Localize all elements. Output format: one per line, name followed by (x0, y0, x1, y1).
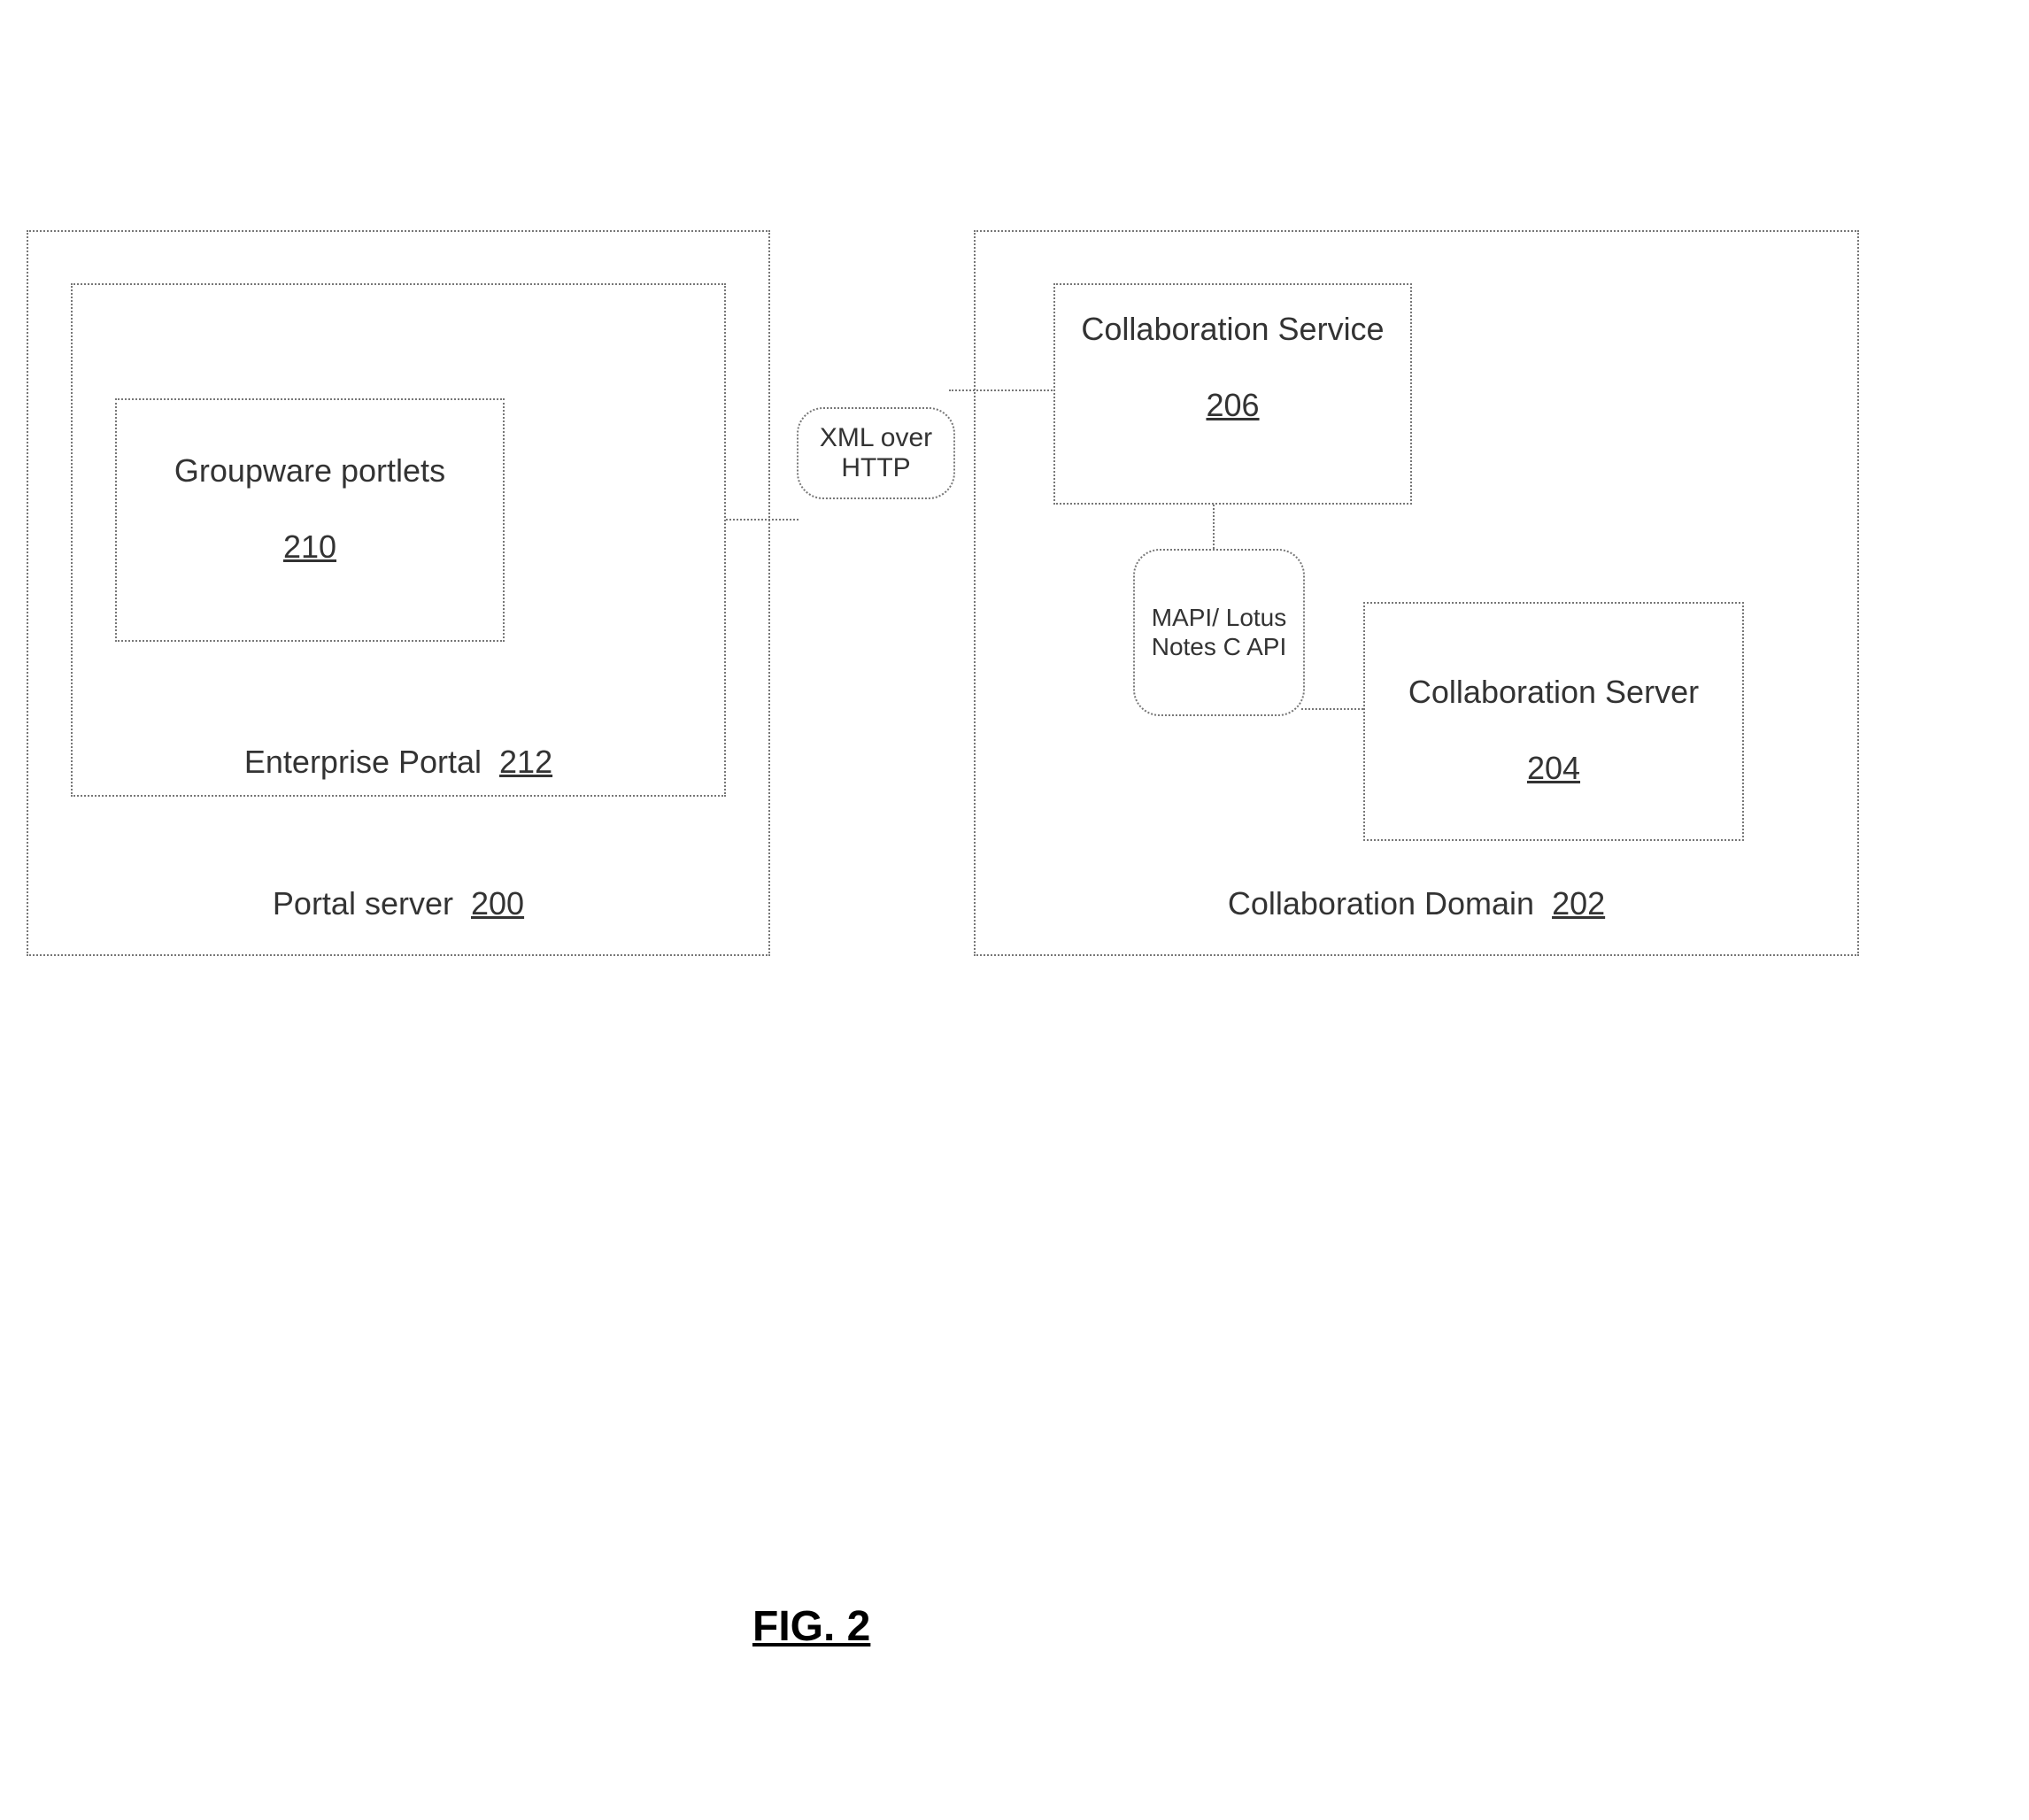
xml-over-http-capsule: XML over HTTP (797, 407, 955, 499)
link-xml-to-cd (949, 389, 1055, 391)
collaboration-domain-label: Collaboration Domain 202 (974, 885, 1859, 922)
enterprise-portal-label: Enterprise Portal 212 (71, 744, 726, 781)
collaboration-service-label: Collaboration Service 206 (1053, 310, 1412, 425)
collaboration-server-label: Collaboration Server 204 (1363, 673, 1744, 788)
portal-server-label: Portal server 200 (27, 885, 770, 922)
link-ep-to-xml (726, 519, 798, 521)
patent-figure-2: Portal server 200 Enterprise Portal 212 … (0, 0, 2029, 1820)
link-service-to-mapi (1213, 505, 1215, 549)
mapi-capsule: MAPI/ Lotus Notes C API (1133, 549, 1305, 716)
groupware-portlets-label: Groupware portlets 210 (115, 451, 505, 567)
link-mapi-to-server (1301, 708, 1363, 710)
figure-caption: FIG. 2 (752, 1602, 870, 1651)
